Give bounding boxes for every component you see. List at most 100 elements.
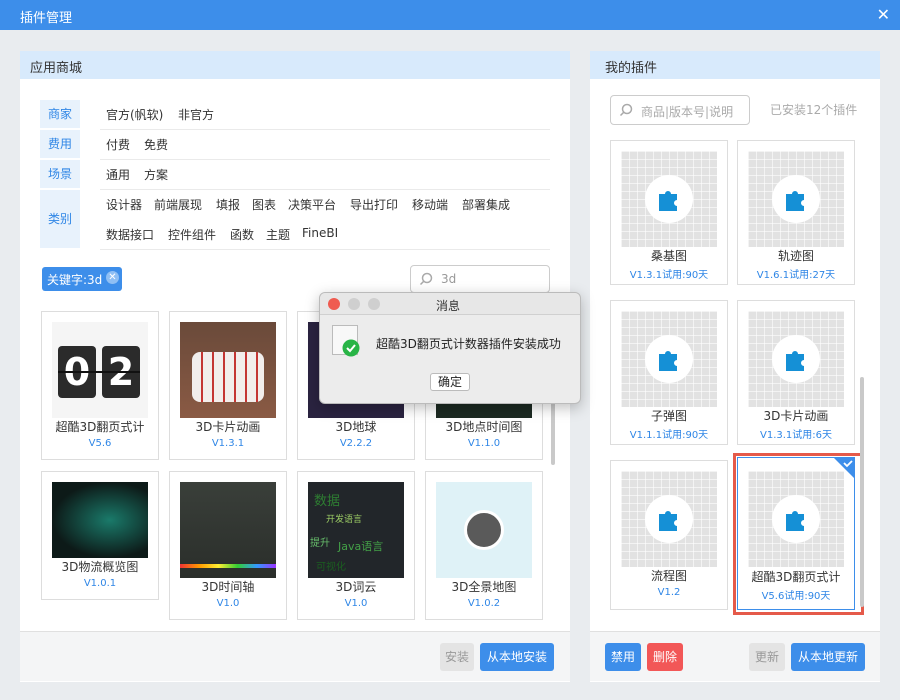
card-version: V5.6试用:90天 xyxy=(761,591,831,602)
installed-plugin-card[interactable]: 轨迹图 V1.6.1试用:27天 xyxy=(737,140,855,285)
store-card[interactable]: 3D时间轴 V1.0 xyxy=(169,471,287,620)
filter-option[interactable]: 移动端 xyxy=(412,196,448,213)
puzzle-icon xyxy=(659,511,677,531)
filter-option[interactable]: 数据接口 xyxy=(106,226,154,243)
card-thumbnail xyxy=(180,322,276,418)
puzzle-icon xyxy=(659,351,677,371)
plugin-thumbnail xyxy=(748,471,844,567)
filter-option[interactable]: 填报 xyxy=(216,196,240,213)
card-name: 3D物流概览图 xyxy=(61,560,139,574)
filter-option[interactable]: 官方(帆软) xyxy=(106,106,163,123)
keyword-chip-label: 关键字:3d xyxy=(47,273,103,287)
dialog-minimize-button[interactable] xyxy=(348,298,360,310)
filter-option[interactable]: 部署集成 xyxy=(462,196,510,213)
card-thumbnail xyxy=(180,482,276,578)
card-thumbnail xyxy=(436,482,532,578)
remove-chip-icon[interactable]: ✕ xyxy=(106,271,119,284)
dialog-maximize-button[interactable] xyxy=(368,298,380,310)
filter-option[interactable]: 付费 xyxy=(106,136,130,153)
message-dialog: 消息 超酷3D翻页式计数器插件安装成功 确定 xyxy=(319,292,581,404)
card-version: V1.2 xyxy=(657,587,681,598)
dialog-message: 超酷3D翻页式计数器插件安装成功 xyxy=(376,337,561,351)
install-local-button[interactable]: 从本地安装 xyxy=(480,643,554,671)
window-titlebar: 插件管理 ✕ xyxy=(0,0,900,30)
card-version: V1.3.1 xyxy=(211,438,245,449)
filter-option[interactable]: 主题 xyxy=(266,226,290,243)
install-button[interactable]: 安装 xyxy=(440,643,474,671)
search-icon xyxy=(419,272,433,286)
card-name: 3D卡片动画 xyxy=(763,409,829,423)
filter-label-scene: 场景 xyxy=(40,160,80,188)
plugin-thumbnail xyxy=(748,151,844,247)
wordcloud-word: Java语言 xyxy=(338,540,384,553)
dialog-ok-button[interactable]: 确定 xyxy=(430,373,470,391)
card-version: V1.1.1试用:90天 xyxy=(629,430,709,441)
plugin-thumbnail xyxy=(748,311,844,407)
filter-option[interactable]: 函数 xyxy=(230,226,254,243)
filter-option[interactable]: 决策平台 xyxy=(288,196,336,213)
card-name: 桑基图 xyxy=(650,249,687,263)
selected-check-icon xyxy=(833,457,855,479)
filter-option[interactable]: 设计器 xyxy=(106,196,142,213)
wordcloud-word: 数据 xyxy=(314,494,341,509)
installed-plugin-card-selected[interactable]: 超酷3D翻页式计 V5.6试用:90天 xyxy=(737,457,855,610)
store-search-input[interactable]: 3d xyxy=(410,265,550,293)
filter-option[interactable]: 控件组件 xyxy=(168,226,216,243)
wordcloud-thumbnail: 数据 开发语言 提升 Java语言 可视化 xyxy=(308,482,404,578)
store-title: 应用商城 xyxy=(30,61,83,76)
card-version: V1.0.2 xyxy=(467,598,501,609)
keyword-filter-chip[interactable]: 关键字:3d ✕ xyxy=(42,267,122,291)
card-version: V2.2.2 xyxy=(339,438,373,449)
dialog-title: 消息 xyxy=(436,299,461,313)
card-version: V5.6 xyxy=(88,438,112,449)
card-name: 3D地球 xyxy=(335,420,377,434)
dialog-close-button[interactable] xyxy=(328,298,340,310)
my-plugins-scrollbar[interactable] xyxy=(860,377,864,607)
card-name: 3D卡片动画 xyxy=(195,420,261,434)
filter-option[interactable]: 免费 xyxy=(144,136,168,153)
wordcloud-word: 开发语言 xyxy=(326,515,363,525)
card-name: 流程图 xyxy=(650,569,687,583)
store-card[interactable]: 数据 开发语言 提升 Java语言 可视化 3D词云 V1.0 xyxy=(297,471,415,620)
card-version: V1.6.1试用:27天 xyxy=(756,270,836,281)
delete-button[interactable]: 删除 xyxy=(647,643,683,671)
store-card[interactable]: 0 2 超酷3D翻页式计 V5.6 xyxy=(41,311,159,460)
filter-option[interactable]: 图表 xyxy=(252,196,276,213)
dialog-titlebar: 消息 xyxy=(320,293,580,315)
plugin-thumbnail xyxy=(621,151,717,247)
card-name: 超酷3D翻页式计 xyxy=(55,420,145,434)
card-name: 超酷3D翻页式计 xyxy=(751,570,841,584)
disable-button[interactable]: 禁用 xyxy=(605,643,641,671)
card-thumbnail xyxy=(52,482,148,558)
close-icon[interactable]: ✕ xyxy=(877,5,890,24)
installed-plugin-card[interactable]: 桑基图 V1.3.1试用:90天 xyxy=(610,140,728,285)
filter-option[interactable]: 非官方 xyxy=(178,106,214,123)
puzzle-icon xyxy=(786,511,804,531)
card-name: 3D全景地图 xyxy=(451,580,517,594)
update-local-button[interactable]: 从本地更新 xyxy=(791,643,865,671)
update-button[interactable]: 更新 xyxy=(749,643,785,671)
filter-row-fee: 付费 免费 xyxy=(100,130,550,160)
filter-row-category: 设计器 前端展现 填报 图表 决策平台 导出打印 移动端 部署集成 数据接口 控… xyxy=(100,190,550,250)
card-name: 3D时间轴 xyxy=(201,580,255,594)
filter-label-merchant: 商家 xyxy=(40,100,80,128)
card-name: 子弹图 xyxy=(650,409,687,423)
filter-option[interactable]: 通用 xyxy=(106,166,130,183)
puzzle-icon xyxy=(786,191,804,211)
store-card[interactable]: 3D全景地图 V1.0.2 xyxy=(425,471,543,620)
my-plugins-search-input[interactable]: 商品|版本号|说明 xyxy=(610,95,750,125)
flip-counter-thumbnail: 0 2 xyxy=(52,322,148,418)
filter-option[interactable]: FineBI xyxy=(302,226,338,240)
store-card[interactable]: 3D物流概览图 V1.0.1 xyxy=(41,471,159,600)
installed-plugin-card[interactable]: 流程图 V1.2 xyxy=(610,460,728,610)
installed-plugin-card[interactable]: 子弹图 V1.1.1试用:90天 xyxy=(610,300,728,445)
plugin-thumbnail xyxy=(621,311,717,407)
store-card[interactable]: 3D卡片动画 V1.3.1 xyxy=(169,311,287,460)
filter-option[interactable]: 前端展现 xyxy=(154,196,202,213)
installed-count: 已安装12个插件 xyxy=(770,103,858,117)
filter-option[interactable]: 导出打印 xyxy=(350,196,398,213)
filter-option[interactable]: 方案 xyxy=(144,166,168,183)
search-icon xyxy=(619,103,633,117)
store-footer: 安装 从本地安装 xyxy=(20,631,570,681)
installed-plugin-card[interactable]: 3D卡片动画 V1.3.1试用:6天 xyxy=(737,300,855,445)
